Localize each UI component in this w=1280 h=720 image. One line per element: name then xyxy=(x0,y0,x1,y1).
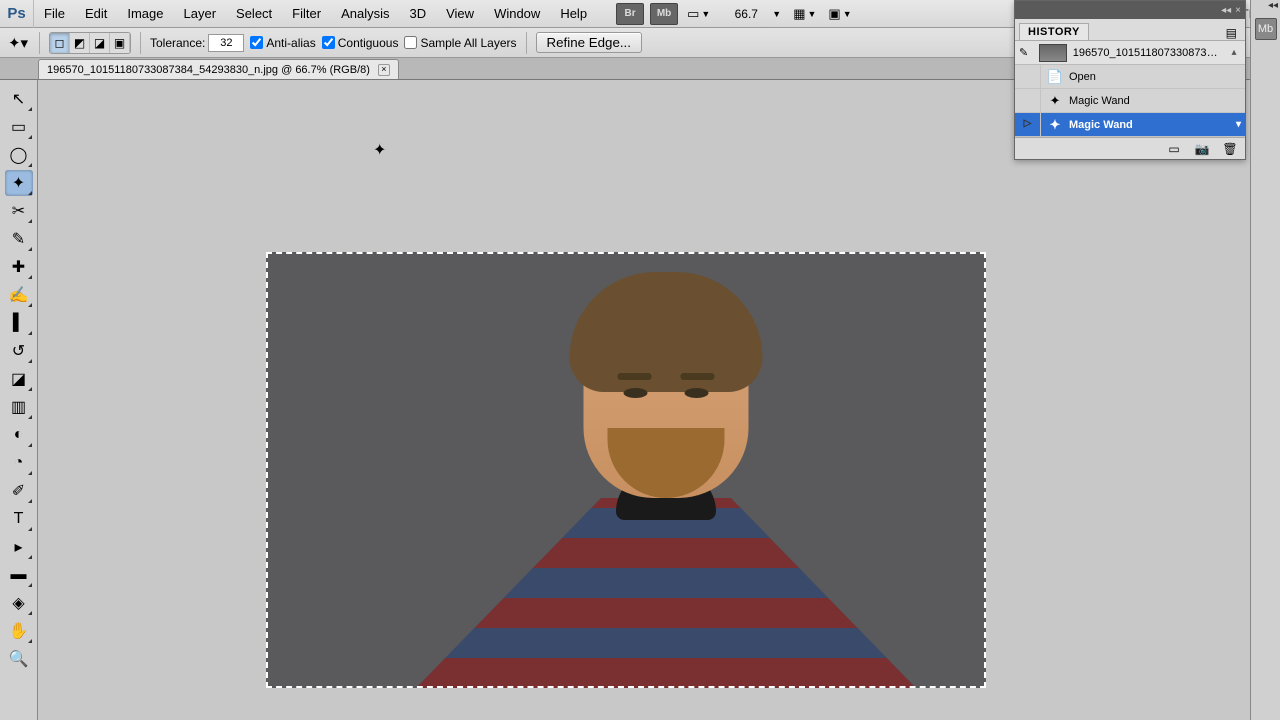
healing-brush-tool[interactable]: ✚ xyxy=(5,254,33,280)
blur-tool[interactable]: ◐ xyxy=(5,422,33,448)
eyedropper-tool[interactable]: ✎ xyxy=(5,226,33,252)
menu-image[interactable]: Image xyxy=(117,0,173,27)
history-tab[interactable]: HISTORY xyxy=(1019,23,1089,40)
history-state-row[interactable]: 📄 Open xyxy=(1015,65,1245,89)
history-state-row[interactable]: ✦ Magic Wand xyxy=(1015,89,1245,113)
current-tool-icon[interactable]: ✦▾ xyxy=(6,31,30,55)
type-tool[interactable]: T xyxy=(5,506,33,532)
zoom-tool[interactable]: 🔍 xyxy=(5,646,33,672)
menu-view[interactable]: View xyxy=(436,0,484,27)
refine-edge-button[interactable]: Refine Edge... xyxy=(536,32,642,53)
tool-panel: ↖ ▭ ◯ ✦ ✂ ✎ ✚ ✍ ▌ ↺ ◪ ▥ ◐ ◔ ✐ T ▸ ▬ ◈ ✋ … xyxy=(0,80,38,720)
history-state-icon: ✦ xyxy=(1045,116,1065,134)
history-panel: ◂◂ × HISTORY ▤ ✎ 196570_1015118073308738… xyxy=(1014,0,1246,160)
history-doc-thumb xyxy=(1039,44,1067,62)
move-tool[interactable]: ↖ xyxy=(5,86,33,112)
menu-file[interactable]: File xyxy=(34,0,75,27)
zoom-value[interactable]: 66.7 xyxy=(722,7,770,21)
document-tab-title: 196570_10151180733087384_54293830_n.jpg … xyxy=(47,64,370,76)
path-selection-tool[interactable]: ▸ xyxy=(5,534,33,560)
lasso-tool[interactable]: ◯ xyxy=(5,142,33,168)
magic-wand-tool[interactable]: ✦ xyxy=(5,170,33,196)
history-state-label: Magic Wand xyxy=(1069,119,1133,131)
history-brush-tool[interactable]: ↺ xyxy=(5,338,33,364)
pen-tool[interactable]: ✐ xyxy=(5,478,33,504)
eraser-tool[interactable]: ◪ xyxy=(5,366,33,392)
sample-all-layers-checkbox[interactable]: Sample All Layers xyxy=(404,36,516,50)
selection-add-button[interactable]: ◩ xyxy=(70,33,90,53)
close-document-icon[interactable]: × xyxy=(378,64,390,76)
history-state-label: Open xyxy=(1069,71,1096,83)
history-doc-name: 196570_1015118073308738... xyxy=(1073,47,1221,59)
selection-intersect-button[interactable]: ▣ xyxy=(110,33,130,53)
launch-bridge-button[interactable]: Br xyxy=(616,3,644,25)
history-state-icon: 📄 xyxy=(1045,68,1065,86)
shape-tool[interactable]: ▬ xyxy=(5,562,33,588)
menu-analysis[interactable]: Analysis xyxy=(331,0,399,27)
view-extras-dropdown[interactable]: ▭▼ xyxy=(681,3,716,25)
history-state-row[interactable]: ✦Magic Wand▾ xyxy=(1015,113,1245,137)
tolerance-label: Tolerance: xyxy=(150,34,244,52)
arrange-documents-dropdown[interactable]: ▦▼ xyxy=(787,3,822,25)
selection-subtract-button[interactable]: ◪ xyxy=(90,33,110,53)
3d-tool[interactable]: ◈ xyxy=(5,590,33,616)
history-panel-footer: ▭ 📷 🗑 xyxy=(1015,137,1245,159)
brush-tool[interactable]: ✍ xyxy=(5,282,33,308)
minibridge-dock-icon[interactable]: Mb xyxy=(1255,18,1277,40)
history-document-row[interactable]: ✎ 196570_1015118073308738... ▴ xyxy=(1015,41,1245,65)
history-state-label: Magic Wand xyxy=(1069,95,1130,107)
zoom-level-dropdown[interactable]: 66.7▼ xyxy=(716,3,787,25)
marquee-tool[interactable]: ▭ xyxy=(5,114,33,140)
canvas-area[interactable]: ✦ xyxy=(38,80,1280,720)
menu-window[interactable]: Window xyxy=(484,0,550,27)
selection-new-button[interactable]: ◻ xyxy=(50,33,70,53)
menu-help[interactable]: Help xyxy=(550,0,597,27)
create-document-from-state-icon[interactable]: ▭ xyxy=(1165,141,1183,157)
screen-mode-dropdown[interactable]: ▣▼ xyxy=(822,3,857,25)
dodge-tool[interactable]: ◔ xyxy=(5,450,33,476)
panel-collapse-icon[interactable]: ◂◂ xyxy=(1221,5,1231,16)
dock-collapse-icon[interactable]: ◂◂ xyxy=(1268,0,1278,11)
menu-layer[interactable]: Layer xyxy=(174,0,227,27)
magic-wand-cursor-icon: ✦ xyxy=(373,140,386,160)
app-logo: Ps xyxy=(0,0,34,28)
tolerance-input[interactable] xyxy=(208,34,244,52)
crop-tool[interactable]: ✂ xyxy=(5,198,33,224)
menu-filter[interactable]: Filter xyxy=(282,0,331,27)
launch-minibridge-button[interactable]: Mb xyxy=(650,3,678,25)
right-dock: ◂◂ Mb xyxy=(1250,0,1280,720)
antialias-checkbox[interactable]: Anti-alias xyxy=(250,36,315,50)
menu-edit[interactable]: Edit xyxy=(75,0,117,27)
delete-state-icon[interactable]: 🗑 xyxy=(1221,141,1239,157)
menu-3d[interactable]: 3D xyxy=(399,0,436,27)
gradient-tool[interactable]: ▥ xyxy=(5,394,33,420)
menu-select[interactable]: Select xyxy=(226,0,282,27)
clone-stamp-tool[interactable]: ▌ xyxy=(5,310,33,336)
panel-close-icon[interactable]: × xyxy=(1235,5,1241,16)
panel-menu-icon[interactable]: ▤ xyxy=(1222,26,1241,40)
history-state-icon: ✦ xyxy=(1045,92,1065,110)
contiguous-checkbox[interactable]: Contiguous xyxy=(322,36,399,50)
document-image xyxy=(266,252,986,688)
hand-tool[interactable]: ✋ xyxy=(5,618,33,644)
document-tab[interactable]: 196570_10151180733087384_54293830_n.jpg … xyxy=(38,59,399,79)
selection-mode-group: ◻ ◩ ◪ ▣ xyxy=(49,32,131,54)
new-snapshot-icon[interactable]: 📷 xyxy=(1193,141,1211,157)
